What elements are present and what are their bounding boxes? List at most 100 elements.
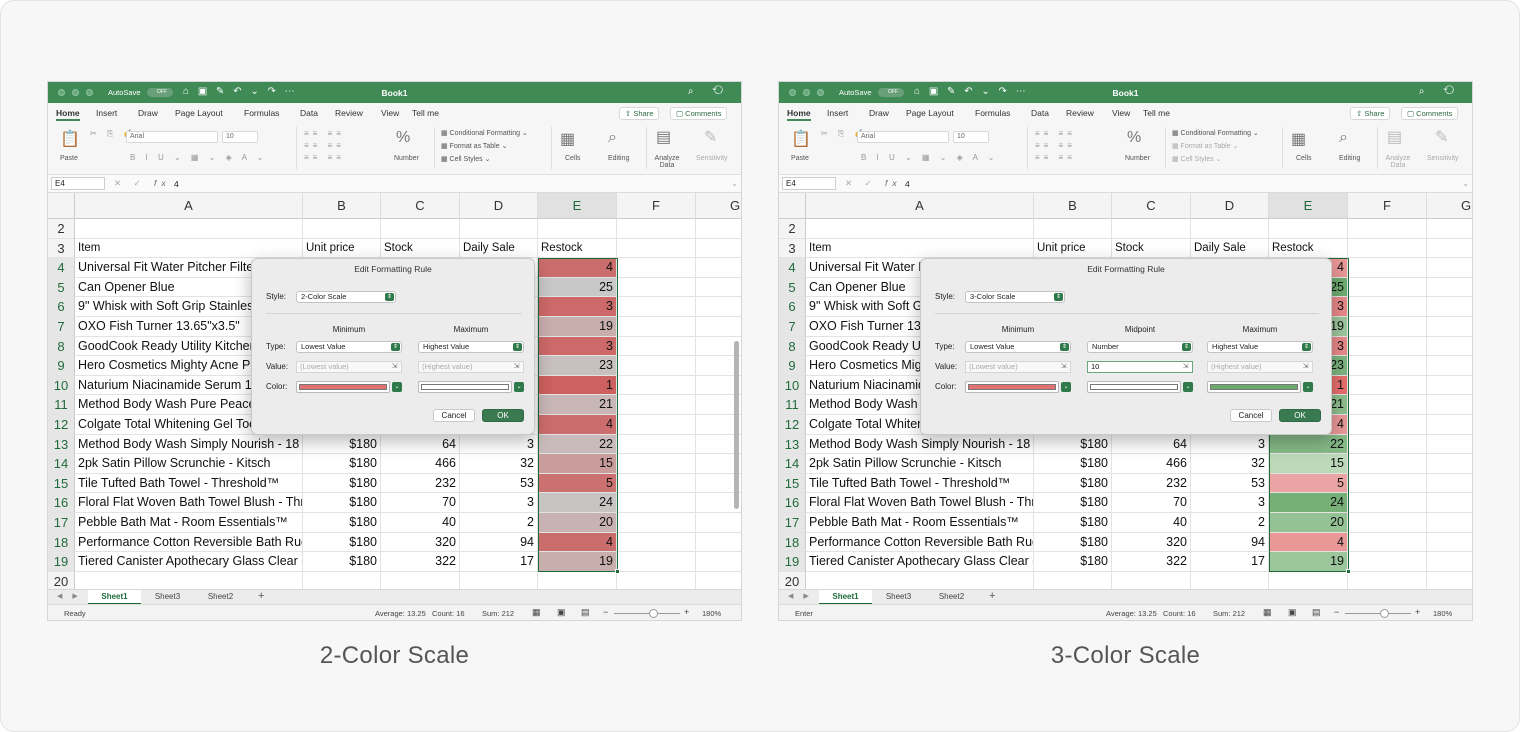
grid-cell[interactable] — [617, 434, 696, 455]
row-header[interactable]: 13 — [48, 434, 75, 455]
stock-cell[interactable]: 40 — [381, 513, 460, 533]
header-cell[interactable]: Item — [75, 238, 303, 259]
grid-cell[interactable] — [460, 219, 538, 239]
row-header[interactable]: 17 — [779, 513, 806, 533]
grid-cell[interactable] — [1427, 552, 1472, 572]
paste-icon[interactable]: 📋 — [60, 129, 80, 149]
grid-cell[interactable] — [617, 493, 696, 513]
menu-data[interactable]: Data — [1031, 108, 1049, 118]
row-header[interactable]: 20 — [779, 571, 806, 589]
grid-cell[interactable] — [617, 454, 696, 474]
row-header[interactable]: 8 — [779, 336, 806, 357]
sheet-tab-sheet3[interactable]: Sheet3 — [872, 590, 925, 605]
grid-cell[interactable] — [617, 258, 696, 278]
grid-cell[interactable] — [1034, 219, 1112, 239]
header-cell[interactable]: Daily Sale — [1191, 238, 1269, 259]
stock-cell[interactable]: 232 — [1112, 473, 1191, 494]
grid-cell[interactable] — [617, 219, 696, 239]
grid-cell[interactable] — [1427, 356, 1472, 376]
column-header-e[interactable]: E — [538, 193, 617, 219]
grid-cell[interactable] — [1348, 375, 1427, 396]
unit-price-cell[interactable]: $180 — [303, 552, 381, 572]
restock-cell[interactable]: 25 — [538, 277, 617, 298]
grid-cell[interactable] — [1348, 219, 1427, 239]
page-break-view-icon[interactable]: ▤ — [1312, 607, 1321, 618]
item-cell[interactable]: Pebble Bath Mat - Room Essentials™ — [75, 513, 303, 533]
format-as-table-button[interactable]: ▦ Format as Table ⌄ — [1172, 142, 1238, 150]
row-header[interactable]: 10 — [48, 375, 75, 396]
unit-price-cell[interactable]: $180 — [303, 454, 381, 474]
grid-cell[interactable] — [303, 219, 381, 239]
row-header[interactable]: 9 — [779, 356, 806, 376]
add-sheet-button[interactable]: + — [989, 590, 995, 602]
grid-cell[interactable] — [381, 219, 460, 239]
grid-cell[interactable] — [1348, 317, 1427, 337]
grid-cell[interactable] — [1427, 474, 1472, 494]
restock-cell[interactable]: 5 — [538, 473, 617, 494]
font-size-field[interactable]: 10 — [953, 131, 989, 143]
stock-cell[interactable]: 70 — [1112, 493, 1191, 513]
item-cell[interactable]: Method Body Wash Simply Nourish - 18 f — [75, 434, 303, 455]
row-header[interactable]: 15 — [48, 473, 75, 494]
zoom-slider-track[interactable] — [1345, 613, 1411, 614]
grid-cell[interactable] — [1191, 219, 1269, 239]
row-header[interactable]: 12 — [48, 415, 75, 435]
restock-cell[interactable]: 4 — [538, 415, 617, 435]
stock-cell[interactable]: 466 — [1112, 454, 1191, 474]
grid-cell[interactable] — [538, 571, 617, 589]
menu-tell-me[interactable]: Tell me — [1143, 108, 1170, 118]
share-button[interactable]: ⇧ Share — [1350, 107, 1391, 120]
column-header-c[interactable]: C — [381, 193, 460, 219]
zoom-out-button[interactable]: − — [603, 607, 608, 617]
item-cell[interactable]: Tiered Canister Apothecary Glass Clear - — [806, 552, 1034, 572]
restock-cell[interactable]: 20 — [538, 513, 617, 533]
editing-search-icon[interactable]: ⌕ — [1339, 129, 1348, 147]
header-cell[interactable]: Unit price — [303, 238, 381, 259]
column-header-b[interactable]: B — [1034, 193, 1112, 219]
zoom-in-button[interactable]: + — [1415, 607, 1420, 617]
sheet-nav-arrows-icon[interactable]: ◀ ▶ — [788, 592, 813, 600]
analyze-data-icon[interactable]: ▤ — [1387, 127, 1402, 147]
style-select[interactable]: 2-Color Scale ⇕ — [296, 291, 396, 303]
min-color-well[interactable] — [965, 381, 1059, 393]
column-header-g[interactable]: G — [1427, 193, 1472, 219]
stock-cell[interactable]: 40 — [1112, 513, 1191, 533]
grid-cell[interactable] — [696, 258, 741, 278]
menu-review[interactable]: Review — [335, 108, 363, 118]
cells-icon[interactable]: ▦ — [560, 129, 575, 149]
row-header[interactable]: 6 — [779, 297, 806, 317]
row-header[interactable]: 20 — [48, 571, 75, 589]
mid-value-field[interactable]: 10 ⇲ — [1087, 361, 1193, 373]
grid-cell[interactable] — [1348, 493, 1427, 513]
grid-cell[interactable] — [1427, 297, 1472, 317]
row-header[interactable]: 19 — [48, 552, 75, 572]
grid-cell[interactable] — [1269, 219, 1348, 239]
grid-cell[interactable] — [1427, 258, 1472, 278]
restock-cell[interactable]: 4 — [538, 532, 617, 553]
header-cell[interactable]: Item — [806, 238, 1034, 259]
grid-cell[interactable] — [1112, 571, 1191, 589]
alignment-icons[interactable]: ≡≡ ≡≡ — [1035, 129, 1076, 138]
zoom-out-button[interactable]: − — [1334, 607, 1339, 617]
daily-sale-cell[interactable]: 32 — [460, 454, 538, 474]
grid-cell[interactable] — [1348, 395, 1427, 415]
unit-price-cell[interactable]: $180 — [1034, 552, 1112, 572]
normal-view-icon[interactable]: ▦ — [1263, 607, 1272, 618]
grid-cell[interactable] — [1348, 297, 1427, 317]
editing-search-icon[interactable]: ⌕ — [608, 129, 617, 147]
stock-cell[interactable]: 320 — [1112, 532, 1191, 553]
item-cell[interactable]: Floral Flat Woven Bath Towel Blush - Thr… — [75, 493, 303, 513]
menu-draw[interactable]: Draw — [869, 108, 889, 118]
unit-price-cell[interactable]: $180 — [303, 473, 381, 494]
grid-cell[interactable] — [617, 297, 696, 317]
grid-cell[interactable] — [696, 533, 741, 553]
mid-color-well[interactable] — [1087, 381, 1181, 393]
header-cell[interactable]: Restock — [1269, 238, 1348, 259]
ok-button[interactable]: OK — [1279, 409, 1321, 422]
column-header-a[interactable]: A — [75, 193, 303, 219]
grid-cell[interactable] — [1348, 258, 1427, 278]
comments-button[interactable]: ▢ Comments — [670, 107, 728, 120]
max-color-chevron-icon[interactable]: ⌄ — [514, 382, 524, 392]
grid-cell[interactable] — [1348, 238, 1427, 259]
sheet-tab-sheet1[interactable]: Sheet1 — [88, 590, 141, 605]
